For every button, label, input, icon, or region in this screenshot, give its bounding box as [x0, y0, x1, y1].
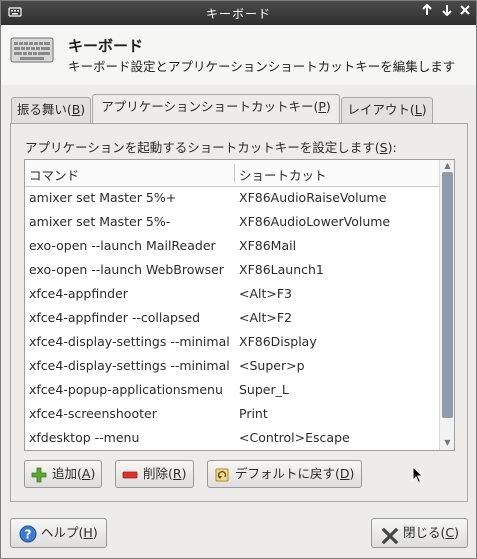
- close-label: 閉じる: [403, 525, 441, 540]
- table-row[interactable]: xfce4-appfinder <Alt>F3: [25, 282, 439, 306]
- tab-mnemonic: L: [414, 102, 422, 117]
- column-header-command[interactable]: コマンド: [29, 165, 234, 184]
- shortcut-cell: <Control>Escape: [239, 430, 350, 445]
- shortcut-cell: XF86Mail: [239, 238, 297, 253]
- scroll-up-icon[interactable]: ▲: [442, 161, 453, 171]
- command-cell: xfce4-appfinder: [29, 286, 128, 301]
- table-row[interactable]: xfce4-appfinder --collapsed <Alt>F2: [25, 306, 439, 330]
- remove-mnemonic: R: [172, 466, 182, 481]
- shortcut-cell: XF86Launch1: [239, 262, 324, 277]
- table-header: コマンド ショートカット: [25, 160, 439, 187]
- help-icon: ?: [19, 525, 37, 543]
- tab-behavior[interactable]: 振る舞い(B): [11, 97, 91, 123]
- reset-label: デフォルトに戻す: [235, 466, 336, 481]
- tab-application-shortcuts[interactable]: アプリケーションショートカットキー(P): [92, 94, 340, 123]
- tab-label: アプリケーションショートカットキー: [101, 99, 314, 114]
- table-row[interactable]: xfce4-popup-applicationsmenu Super_L: [25, 378, 439, 402]
- help-button[interactable]: ? ヘルプ(H): [10, 518, 107, 548]
- shortcut-table[interactable]: コマンド ショートカット amixer set Master 5%+ XF86Au…: [24, 159, 455, 451]
- command-cell: amixer set Master 5%+: [29, 190, 177, 205]
- table-row[interactable]: exo-open --launch MailReader XF86Mail: [25, 234, 439, 258]
- tab-mnemonic: P: [318, 99, 326, 114]
- help-label: ヘルプ: [41, 525, 79, 540]
- description-mnemonic: S: [379, 140, 388, 155]
- command-cell: amixer set Master 5%-: [29, 214, 171, 229]
- command-cell: xfce4-appfinder --collapsed: [29, 310, 201, 325]
- window-title: キーボード: [205, 7, 271, 21]
- table-row[interactable]: amixer set Master 5%- XF86AudioLowerVolum…: [25, 210, 439, 234]
- svg-text:?: ?: [25, 528, 32, 542]
- tab-label: 振る舞い: [16, 102, 67, 117]
- table-row[interactable]: amixer set Master 5%+ XF86AudioRaiseVolum…: [25, 186, 439, 210]
- header-subtitle: キーボード設定とアプリケーションショートカットキーを編集します: [68, 59, 456, 74]
- table-row[interactable]: xfce4-display-settings --minimal XF86Disp…: [25, 330, 439, 354]
- reset-mnemonic: D: [339, 466, 350, 481]
- shortcut-cell: XF86Display: [239, 334, 317, 349]
- help-mnemonic: H: [83, 525, 93, 540]
- description-label: アプリケーションを起動するショートカットキーを設定します(S):: [25, 140, 397, 155]
- add-mnemonic: A: [81, 466, 91, 481]
- table-row[interactable]: exo-open --launch WebBrowser XF86Launch1: [25, 258, 439, 282]
- command-cell: xfce4-popup-applicationsmenu: [29, 382, 223, 397]
- command-cell: xfdesktop --menu: [29, 430, 140, 445]
- remove-button[interactable]: 削除(R): [115, 460, 194, 488]
- table-row[interactable]: xfdesktop --menu <Control>Escape: [25, 426, 439, 450]
- close-window-icon[interactable]: [456, 4, 474, 22]
- scrollbar-thumb[interactable]: [442, 172, 453, 418]
- revert-icon: [214, 466, 230, 482]
- minimize-icon[interactable]: [438, 4, 456, 22]
- add-label: 追加: [52, 466, 78, 481]
- shortcut-cell: Print: [239, 406, 268, 421]
- table-row[interactable]: xfce4-display-settings --minimal <Super>p: [25, 354, 439, 378]
- command-cell: xfce4-display-settings --minimal: [29, 358, 230, 373]
- title-bar[interactable]: キーボード: [1, 1, 476, 25]
- add-button[interactable]: 追加(A): [24, 460, 102, 488]
- command-cell: xfce4-screenshooter: [29, 406, 157, 421]
- column-divider[interactable]: [234, 164, 235, 182]
- column-header-shortcut[interactable]: ショートカット: [239, 165, 327, 184]
- tab-layout[interactable]: レイアウト(L): [341, 97, 433, 123]
- tab-label: レイアウト: [347, 102, 410, 117]
- command-cell: xfce4-display-settings --minimal: [29, 334, 230, 349]
- keyboard-icon: [10, 35, 54, 65]
- reset-to-defaults-button[interactable]: デフォルトに戻す(D): [207, 460, 362, 488]
- maximize-icon[interactable]: [418, 3, 436, 22]
- close-button[interactable]: 閉じる(C): [371, 518, 468, 548]
- tab-mnemonic: B: [71, 102, 81, 117]
- mouse-pointer-icon: [412, 465, 424, 487]
- shortcut-cell: XF86AudioRaiseVolume: [239, 190, 387, 205]
- command-cell: exo-open --launch MailReader: [29, 238, 216, 253]
- scroll-down-icon[interactable]: ▼: [442, 438, 453, 448]
- keyboard-settings-window: キーボード キーボード キーボード設定とアプリケーションショートカットキーを編集…: [0, 0, 477, 559]
- shortcut-cell: <Alt>F3: [239, 286, 293, 301]
- shortcut-cell: Super_L: [239, 382, 289, 397]
- shortcut-cell: XF86AudioLowerVolume: [239, 214, 391, 229]
- shortcut-cell: <Alt>F2: [239, 310, 293, 325]
- description-text: アプリケーションを起動するショートカットキーを設定します: [25, 140, 375, 155]
- plus-icon: [31, 466, 47, 483]
- vertical-scrollbar[interactable]: ▲ ▼: [439, 160, 454, 450]
- command-cell: exo-open --launch WebBrowser: [29, 262, 224, 277]
- remove-label: 削除: [143, 466, 169, 481]
- close-x-icon: [381, 526, 399, 545]
- close-mnemonic: C: [445, 525, 455, 540]
- shortcut-cell: <Super>p: [239, 358, 305, 373]
- minus-icon: [122, 466, 138, 482]
- header-title: キーボード: [68, 37, 144, 55]
- table-row[interactable]: xfce4-screenshooter Print: [25, 402, 439, 426]
